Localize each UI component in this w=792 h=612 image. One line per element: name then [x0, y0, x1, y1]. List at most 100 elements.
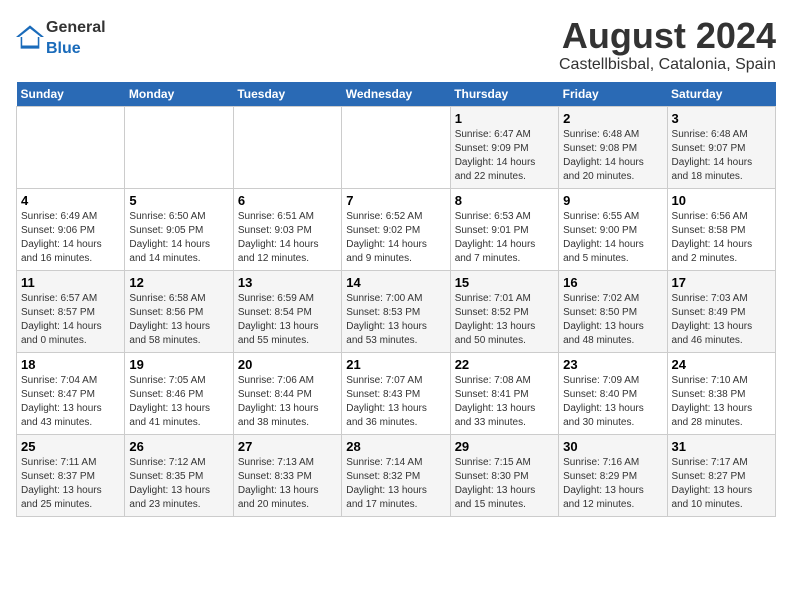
- calendar-cell: 14 Sunrise: 7:00 AM Sunset: 8:53 PM Dayli…: [342, 270, 450, 352]
- day-info: Sunrise: 6:51 AM Sunset: 9:03 PM Dayligh…: [238, 210, 337, 266]
- calendar-table: SundayMondayTuesdayWednesdayThursdayFrid…: [16, 82, 776, 517]
- day-info: Sunrise: 7:09 AM Sunset: 8:40 PM Dayligh…: [563, 374, 662, 430]
- calendar-cell: 29 Sunrise: 7:15 AM Sunset: 8:30 PM Dayli…: [450, 434, 558, 516]
- calendar-body: 1Sunrise: 6:47 AM Sunset: 9:09 PM Daylig…: [17, 106, 776, 516]
- weekday-header-friday: Friday: [559, 82, 667, 107]
- day-number: 8: [455, 193, 554, 208]
- weekday-header-tuesday: Tuesday: [233, 82, 341, 107]
- day-number: 2: [563, 111, 662, 126]
- day-number: 9: [563, 193, 662, 208]
- day-number: 21: [346, 357, 445, 372]
- calendar-cell: 18Sunrise: 7:04 AM Sunset: 8:47 PM Dayli…: [17, 352, 125, 434]
- calendar-cell: 28Sunrise: 7:14 AM Sunset: 8:32 PM Dayli…: [342, 434, 450, 516]
- day-info: Sunrise: 7:08 AM Sunset: 8:41 PM Dayligh…: [455, 374, 554, 430]
- day-info: Sunrise: 7:14 AM Sunset: 8:32 PM Dayligh…: [346, 456, 445, 512]
- weekday-header-sunday: Sunday: [17, 82, 125, 107]
- calendar-cell: 8 Sunrise: 6:53 AM Sunset: 9:01 PM Daylig…: [450, 188, 558, 270]
- day-number: 25: [21, 439, 120, 454]
- day-number: 20: [238, 357, 337, 372]
- calendar-cell: 11 Sunrise: 6:57 AM Sunset: 8:57 PM Dayli…: [17, 270, 125, 352]
- day-number: 29: [455, 439, 554, 454]
- calendar-cell: 26 Sunrise: 7:12 AM Sunset: 8:35 PM Dayli…: [125, 434, 233, 516]
- calendar-cell: 6 Sunrise: 6:51 AM Sunset: 9:03 PM Daylig…: [233, 188, 341, 270]
- calendar-cell: 16Sunrise: 7:02 AM Sunset: 8:50 PM Dayli…: [559, 270, 667, 352]
- day-number: 13: [238, 275, 337, 290]
- calendar-cell: 2 Sunrise: 6:48 AM Sunset: 9:08 PM Daylig…: [559, 106, 667, 188]
- weekday-header-wednesday: Wednesday: [342, 82, 450, 107]
- month-title: August 2024: [559, 16, 776, 56]
- day-number: 24: [672, 357, 771, 372]
- day-info: Sunrise: 6:56 AM Sunset: 8:58 PM Dayligh…: [672, 210, 771, 266]
- calendar-week-3: 11 Sunrise: 6:57 AM Sunset: 8:57 PM Dayli…: [17, 270, 776, 352]
- calendar-cell: [17, 106, 125, 188]
- weekday-header-saturday: Saturday: [667, 82, 775, 107]
- day-info: Sunrise: 7:15 AM Sunset: 8:30 PM Dayligh…: [455, 456, 554, 512]
- calendar-cell: 31 Sunrise: 7:17 AM Sunset: 8:27 PM Dayli…: [667, 434, 775, 516]
- calendar-cell: 17Sunrise: 7:03 AM Sunset: 8:49 PM Dayli…: [667, 270, 775, 352]
- day-info: Sunrise: 7:06 AM Sunset: 8:44 PM Dayligh…: [238, 374, 337, 430]
- day-info: Sunrise: 7:02 AM Sunset: 8:50 PM Dayligh…: [563, 292, 662, 348]
- calendar-cell: [342, 106, 450, 188]
- day-number: 15: [455, 275, 554, 290]
- calendar-week-1: 1Sunrise: 6:47 AM Sunset: 9:09 PM Daylig…: [17, 106, 776, 188]
- day-info: Sunrise: 6:49 AM Sunset: 9:06 PM Dayligh…: [21, 210, 120, 266]
- calendar-cell: 30Sunrise: 7:16 AM Sunset: 8:29 PM Dayli…: [559, 434, 667, 516]
- day-info: Sunrise: 6:57 AM Sunset: 8:57 PM Dayligh…: [21, 292, 120, 348]
- calendar-week-2: 4 Sunrise: 6:49 AM Sunset: 9:06 PM Daylig…: [17, 188, 776, 270]
- title-area: August 2024 Castellbisbal, Catalonia, Sp…: [559, 16, 776, 74]
- calendar-cell: 22 Sunrise: 7:08 AM Sunset: 8:41 PM Dayli…: [450, 352, 558, 434]
- calendar-cell: 13 Sunrise: 6:59 AM Sunset: 8:54 PM Dayli…: [233, 270, 341, 352]
- weekday-header-monday: Monday: [125, 82, 233, 107]
- weekday-header-row: SundayMondayTuesdayWednesdayThursdayFrid…: [17, 82, 776, 107]
- day-number: 11: [21, 275, 120, 290]
- calendar-cell: 9Sunrise: 6:55 AM Sunset: 9:00 PM Daylig…: [559, 188, 667, 270]
- calendar-cell: 24 Sunrise: 7:10 AM Sunset: 8:38 PM Dayli…: [667, 352, 775, 434]
- day-info: Sunrise: 6:48 AM Sunset: 9:07 PM Dayligh…: [672, 128, 771, 184]
- day-number: 3: [672, 111, 771, 126]
- day-info: Sunrise: 6:58 AM Sunset: 8:56 PM Dayligh…: [129, 292, 228, 348]
- calendar-cell: [233, 106, 341, 188]
- day-info: Sunrise: 7:16 AM Sunset: 8:29 PM Dayligh…: [563, 456, 662, 512]
- calendar-week-5: 25Sunrise: 7:11 AM Sunset: 8:37 PM Dayli…: [17, 434, 776, 516]
- day-number: 23: [563, 357, 662, 372]
- weekday-header-thursday: Thursday: [450, 82, 558, 107]
- day-number: 17: [672, 275, 771, 290]
- day-info: Sunrise: 7:05 AM Sunset: 8:46 PM Dayligh…: [129, 374, 228, 430]
- day-number: 26: [129, 439, 228, 454]
- calendar-cell: 7Sunrise: 6:52 AM Sunset: 9:02 PM Daylig…: [342, 188, 450, 270]
- day-number: 12: [129, 275, 228, 290]
- page-header: General Blue August 2024 Castellbisbal, …: [16, 16, 776, 74]
- calendar-cell: 15Sunrise: 7:01 AM Sunset: 8:52 PM Dayli…: [450, 270, 558, 352]
- day-info: Sunrise: 6:50 AM Sunset: 9:05 PM Dayligh…: [129, 210, 228, 266]
- calendar-cell: [125, 106, 233, 188]
- calendar-cell: 27Sunrise: 7:13 AM Sunset: 8:33 PM Dayli…: [233, 434, 341, 516]
- day-info: Sunrise: 6:59 AM Sunset: 8:54 PM Dayligh…: [238, 292, 337, 348]
- calendar-cell: 21 Sunrise: 7:07 AM Sunset: 8:43 PM Dayli…: [342, 352, 450, 434]
- day-info: Sunrise: 7:13 AM Sunset: 8:33 PM Dayligh…: [238, 456, 337, 512]
- day-info: Sunrise: 7:17 AM Sunset: 8:27 PM Dayligh…: [672, 456, 771, 512]
- day-number: 22: [455, 357, 554, 372]
- day-info: Sunrise: 7:10 AM Sunset: 8:38 PM Dayligh…: [672, 374, 771, 430]
- day-number: 6: [238, 193, 337, 208]
- calendar-cell: 20 Sunrise: 7:06 AM Sunset: 8:44 PM Dayli…: [233, 352, 341, 434]
- day-info: Sunrise: 6:53 AM Sunset: 9:01 PM Dayligh…: [455, 210, 554, 266]
- day-number: 19: [129, 357, 228, 372]
- logo-general-text: General: [46, 19, 106, 36]
- logo: General Blue: [16, 16, 106, 58]
- calendar-cell: 3 Sunrise: 6:48 AM Sunset: 9:07 PM Daylig…: [667, 106, 775, 188]
- day-number: 10: [672, 193, 771, 208]
- logo-blue-text: Blue: [46, 40, 81, 57]
- calendar-cell: 1Sunrise: 6:47 AM Sunset: 9:09 PM Daylig…: [450, 106, 558, 188]
- calendar-cell: 19 Sunrise: 7:05 AM Sunset: 8:46 PM Dayli…: [125, 352, 233, 434]
- day-number: 4: [21, 193, 120, 208]
- day-info: Sunrise: 7:07 AM Sunset: 8:43 PM Dayligh…: [346, 374, 445, 430]
- day-info: Sunrise: 6:48 AM Sunset: 9:08 PM Dayligh…: [563, 128, 662, 184]
- calendar-cell: 5 Sunrise: 6:50 AM Sunset: 9:05 PM Daylig…: [125, 188, 233, 270]
- day-info: Sunrise: 7:12 AM Sunset: 8:35 PM Dayligh…: [129, 456, 228, 512]
- day-number: 18: [21, 357, 120, 372]
- calendar-cell: 12 Sunrise: 6:58 AM Sunset: 8:56 PM Dayli…: [125, 270, 233, 352]
- day-number: 31: [672, 439, 771, 454]
- day-number: 14: [346, 275, 445, 290]
- day-number: 5: [129, 193, 228, 208]
- day-info: Sunrise: 7:00 AM Sunset: 8:53 PM Dayligh…: [346, 292, 445, 348]
